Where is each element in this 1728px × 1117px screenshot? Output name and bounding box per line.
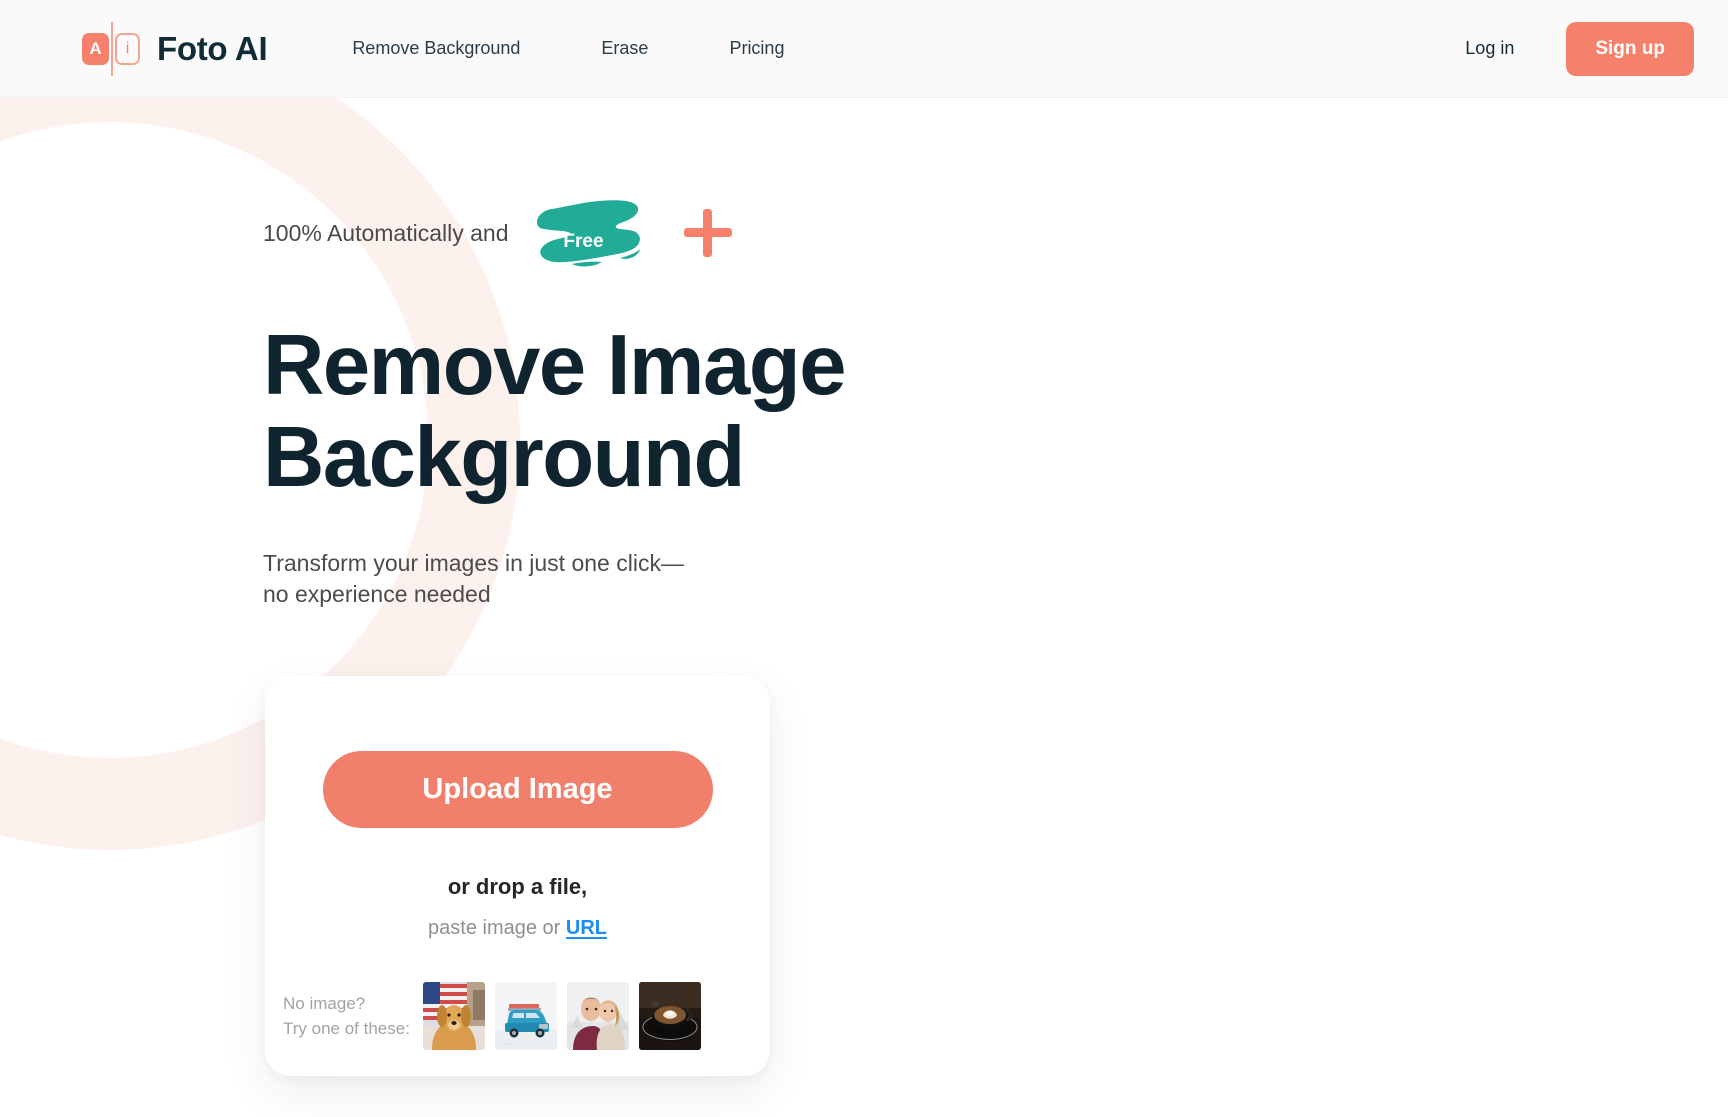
page-title-line-1: Remove Image: [263, 318, 846, 413]
drop-file-text: or drop a file,: [447, 874, 588, 899]
site-header: A i Foto AI Remove Background Erase Pric…: [0, 0, 1728, 98]
hero-tagline-text: 100% Automatically and: [263, 219, 509, 246]
main-navigation: Remove Background Erase Pricing: [352, 28, 784, 69]
header-actions: Log in Sign up: [1465, 21, 1694, 76]
url-link[interactable]: URL: [566, 917, 607, 939]
sample-images-row: No image? Try one of these:: [265, 982, 770, 1050]
hero-subtitle: Transform your images in just one click—…: [263, 550, 684, 607]
sample-images-label-line-1: No image?: [283, 994, 366, 1013]
page-title: Remove Image Background: [263, 320, 1728, 504]
free-badge-label: Free: [563, 231, 604, 252]
main-content: 100% Automatically and Free Remove Image…: [0, 196, 1728, 1076]
paste-image-prefix: paste image or: [428, 917, 566, 939]
page-title-line-2: Background: [263, 410, 745, 505]
sample-images-label: No image? Try one of these:: [283, 991, 423, 1041]
brand-name: Foto AI: [157, 29, 268, 67]
nav-item-remove-background[interactable]: Remove Background: [352, 28, 520, 69]
logo-letter-i: i: [115, 32, 140, 65]
sample-images-label-line-2: Try one of these:: [283, 1019, 410, 1038]
upload-card[interactable]: Upload Image or drop a file, paste image…: [265, 676, 770, 1076]
nav-item-erase[interactable]: Erase: [601, 28, 648, 69]
upload-image-button[interactable]: Upload Image: [322, 751, 713, 828]
hero-section: 100% Automatically and Free Remove Image…: [0, 196, 1728, 610]
foto-ai-logo-icon: A i: [82, 21, 140, 76]
sample-thumb-dog[interactable]: [423, 982, 485, 1050]
sample-thumb-couple[interactable]: [567, 982, 629, 1050]
login-link[interactable]: Log in: [1465, 38, 1514, 59]
sample-thumbnails: [423, 982, 701, 1050]
sample-thumb-car[interactable]: [495, 982, 557, 1050]
hero-tagline-row: 100% Automatically and Free: [263, 196, 1728, 270]
logo-letter-a: A: [82, 32, 109, 65]
sample-thumb-coffee[interactable]: [639, 982, 701, 1050]
free-badge: Free: [532, 198, 644, 268]
brand-logo-link[interactable]: A i Foto AI: [82, 21, 268, 76]
plus-icon: [683, 209, 732, 257]
nav-item-pricing[interactable]: Pricing: [729, 28, 784, 69]
signup-button[interactable]: Sign up: [1566, 21, 1694, 76]
paste-image-text: paste image or URL: [265, 917, 770, 940]
logo-divider-bar: [111, 21, 113, 76]
